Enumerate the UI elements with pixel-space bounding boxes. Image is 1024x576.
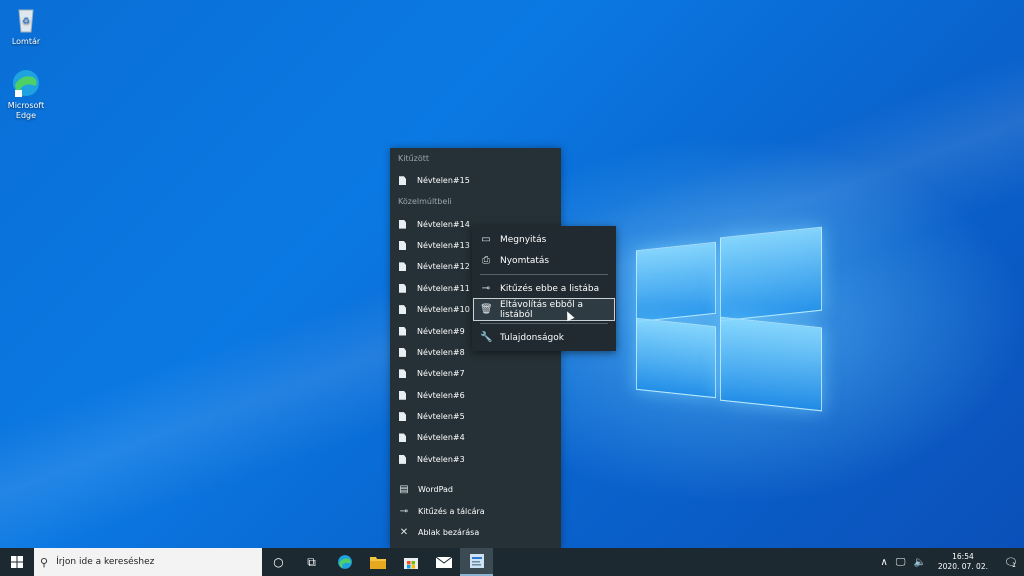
desktop-icon-edge[interactable]: Microsoft Edge	[0, 68, 52, 121]
search-icon: ⚲	[40, 555, 49, 569]
folder-icon	[369, 557, 386, 569]
list-item-label: Névtelen#7	[417, 369, 465, 379]
task-view-icon: ⧉	[307, 554, 316, 569]
list-item[interactable]: Névtelen#5	[390, 406, 561, 427]
task-label: Ablak bezárása	[418, 528, 480, 538]
taskbar: ⚲ Írjon ide a kereséshez ○ ⧉ ∧ 🖵 🔈 16:54…	[0, 548, 1024, 576]
list-item-label: Névtelen#11	[417, 283, 470, 293]
task-wordpad[interactable]: ▤ WordPad	[390, 479, 561, 501]
menu-item-open[interactable]: ▭ Megnyitás	[472, 229, 616, 250]
taskbar-file-explorer[interactable]	[361, 548, 394, 576]
window-icon: ▭	[481, 234, 491, 245]
menu-item-label: Megnyitás	[500, 234, 547, 245]
menu-item-remove-from-list[interactable]: 🗑 Eltávolítás ebből a listából	[473, 298, 615, 321]
search-box[interactable]: ⚲ Írjon ide a kereséshez	[34, 548, 262, 576]
cortana-button[interactable]: ○	[262, 548, 295, 576]
menu-item-properties[interactable]: 🔧 Tulajdonságok	[472, 327, 616, 348]
clock-time: 16:54	[952, 552, 974, 561]
context-menu: ▭ Megnyitás ⎙ Nyomtatás ⊸ Kitűzés ebbe a…	[472, 226, 616, 351]
menu-item-print[interactable]: ⎙ Nyomtatás	[472, 250, 616, 271]
volume-icon[interactable]: 🔈	[913, 557, 925, 568]
notification-count: 1	[1012, 561, 1016, 569]
desktop-icon-label: Lomtár	[11, 37, 41, 46]
list-item[interactable]: Névtelen#15	[390, 170, 561, 191]
list-item-label: Névtelen#3	[417, 454, 465, 464]
document-icon	[399, 326, 406, 336]
clock[interactable]: 16:54 2020. 07. 02.	[938, 552, 988, 572]
svg-text:♻: ♻	[22, 17, 30, 27]
list-item-label: Névtelen#5	[417, 412, 465, 422]
wordpad-icon: ▤	[399, 484, 409, 496]
menu-item-label: Nyomtatás	[500, 255, 550, 266]
list-item[interactable]: Névtelen#4	[390, 427, 561, 448]
document-icon	[399, 454, 406, 464]
document-icon	[399, 176, 406, 186]
taskbar-mail[interactable]	[427, 548, 460, 576]
list-item-label: Névtelen#8	[417, 347, 465, 357]
start-button[interactable]	[0, 548, 34, 576]
document-icon	[399, 369, 406, 379]
list-item[interactable]: Névtelen#3	[390, 449, 561, 470]
list-item-label: Névtelen#15	[417, 176, 470, 186]
windows-logo-wallpaper	[636, 226, 822, 412]
document-icon	[399, 433, 406, 443]
document-icon	[399, 305, 406, 315]
mail-icon	[435, 556, 452, 568]
list-item-label: Névtelen#10	[417, 305, 470, 315]
document-icon	[399, 347, 406, 357]
recent-header: Közelmúltbeli	[398, 197, 452, 207]
edge-icon	[337, 555, 352, 569]
list-item-label: Névtelen#6	[417, 390, 465, 400]
document-icon	[399, 219, 406, 229]
recycle-bin-icon: ♻	[11, 4, 41, 34]
desktop-icon-recycle-bin[interactable]: ♻ Lomtár	[0, 4, 52, 47]
store-icon	[403, 558, 418, 569]
list-item[interactable]: Névtelen#7	[390, 363, 561, 384]
printer-icon: ⎙	[482, 255, 490, 266]
pinned-header: Kitűzött	[398, 154, 430, 163]
list-item-label: Névtelen#4	[417, 433, 465, 443]
menu-item-label: Eltávolítás ebből a listából	[500, 299, 584, 320]
network-icon[interactable]: 🖵	[896, 557, 906, 568]
notification-center-button[interactable]: 🗨 1	[996, 548, 1024, 576]
close-icon: ✕	[399, 527, 409, 539]
task-pin-to-taskbar[interactable]: ⊸ Kitűzés a tálcára	[390, 501, 561, 523]
document-icon	[399, 412, 406, 422]
menu-item-pin-to-list[interactable]: ⊸ Kitűzés ebbe a listába	[472, 278, 616, 299]
list-item[interactable]: Névtelen#6	[390, 385, 561, 406]
edge-icon	[11, 68, 41, 98]
circle-icon: ○	[273, 555, 284, 569]
document-icon	[399, 390, 406, 400]
task-label: WordPad	[418, 485, 454, 495]
windows-start-icon	[11, 556, 23, 568]
document-icon	[399, 240, 406, 250]
chevron-up-icon[interactable]: ∧	[880, 557, 887, 568]
system-tray: ∧ 🖵 🔈 16:54 2020. 07. 02. 🗨 1	[876, 548, 1024, 576]
task-label: Kitűzés a tálcára	[418, 506, 485, 516]
list-item-label: Névtelen#14	[417, 219, 470, 229]
list-item-label: Névtelen#13	[417, 240, 470, 250]
taskbar-store[interactable]	[394, 548, 427, 576]
taskbar-edge[interactable]	[328, 548, 361, 576]
pin-icon: ⊸	[399, 505, 409, 517]
wordpad-icon	[469, 554, 484, 568]
taskbar-wordpad[interactable]	[460, 548, 493, 576]
trash-icon: 🗑	[480, 304, 493, 315]
task-view-button[interactable]: ⧉	[295, 548, 328, 576]
menu-separator	[480, 323, 608, 324]
task-close-window[interactable]: ✕ Ablak bezárása	[390, 522, 561, 544]
list-item-label: Névtelen#9	[417, 326, 465, 336]
pin-icon: ⊸	[481, 283, 491, 294]
wrench-icon: 🔧	[480, 332, 493, 343]
menu-separator	[480, 274, 608, 275]
menu-item-label: Kitűzés ebbe a listába	[500, 283, 600, 294]
menu-item-label: Tulajdonságok	[500, 332, 564, 343]
document-icon	[399, 283, 406, 293]
list-item-label: Névtelen#12	[417, 262, 470, 272]
document-icon	[399, 262, 406, 272]
search-placeholder: Írjon ide a kereséshez	[56, 557, 155, 567]
desktop-icon-label: Microsoft Edge	[7, 101, 45, 120]
clock-date: 2020. 07. 02.	[937, 562, 988, 571]
